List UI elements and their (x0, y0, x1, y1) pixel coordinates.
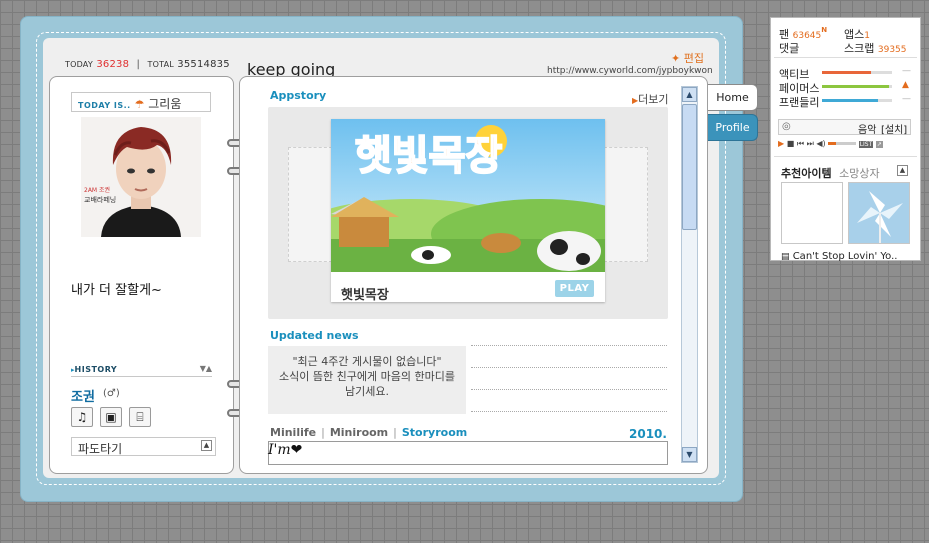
chevron-up-icon[interactable]: ▲ (897, 165, 908, 176)
appstory-title[interactable]: Appstory (270, 89, 326, 102)
history-toggle-icon[interactable]: ▼▲ (200, 364, 212, 373)
scroll-up-icon[interactable]: ▲ (682, 87, 697, 102)
widget-divider (774, 156, 917, 157)
total-count: 35514835 (177, 59, 230, 70)
friendly-bar-fill (822, 99, 878, 102)
surf-dropdown[interactable]: 파도타기 ▲ (71, 437, 216, 456)
widget-divider (774, 57, 917, 58)
active-bar (822, 71, 892, 74)
music-player: ▶ ■ ⏮ ⏭ ◀) LIST ↗ (778, 139, 911, 153)
scrap-label: 스크랩 (844, 42, 875, 55)
music-label: 음악 (858, 125, 877, 136)
new-badge: N (821, 26, 828, 34)
heart-icon: ❤ (290, 442, 303, 458)
famous-bar (822, 85, 892, 88)
chevron-up-icon[interactable]: ▲ (201, 440, 212, 451)
active-bar-fill (822, 71, 871, 74)
more-label: 더보기 (638, 93, 669, 106)
comments-stat[interactable]: 댓글 (779, 40, 799, 56)
scrap-count: 39355 (877, 45, 907, 55)
news-divider (471, 367, 667, 368)
recommend-caption-text: Can't Stop Lovin' Yo.. (792, 251, 898, 262)
famous-bar-fill (822, 85, 889, 88)
room-tabs: Minilife | Miniroom | Storyroom (270, 426, 468, 439)
app-name[interactable]: 햇빛목장 (341, 284, 389, 303)
intro-text: 내가 더 잘할게~ (71, 283, 162, 298)
next-icon[interactable]: ⏭ (807, 139, 814, 148)
news-divider (471, 345, 667, 346)
friendly-bar (822, 99, 892, 102)
music-box: ◎ 음악 [설치] (778, 119, 911, 136)
history-label: HISTORY (74, 365, 118, 374)
svg-text:교배라떼닝: 교배라떼닝 (84, 195, 116, 204)
music-icon[interactable]: ♫ (71, 407, 93, 427)
scroll-down-icon[interactable]: ▼ (682, 447, 697, 462)
today-label: TODAY (65, 60, 93, 69)
app-panel-right (604, 147, 648, 262)
today-is-label: TODAY IS.. (78, 101, 131, 110)
tab-storyroom[interactable]: Storyroom (402, 426, 467, 439)
news-line: "최근 4주간 게시물이 없습니다" (292, 355, 442, 368)
more-link[interactable]: ▶더보기 (632, 91, 669, 107)
news-divider (471, 389, 667, 390)
tab-recommended-items[interactable]: 추천아이템 (781, 167, 832, 180)
play-button[interactable]: PLAY (555, 280, 594, 297)
news-title: Updated news (270, 329, 359, 342)
app-panel-left (288, 147, 332, 262)
surf-label: 파도타기 (78, 442, 123, 456)
today-count: 36238 (96, 59, 130, 70)
history-bar[interactable]: ▸HISTORY ▼▲ (71, 364, 212, 377)
music-install-link[interactable]: [설치] (881, 121, 907, 136)
stop-icon[interactable]: ■ (787, 139, 795, 148)
scrollbar-thumb[interactable] (682, 104, 697, 230)
tab-wish-box[interactable]: 소망상자 (839, 167, 879, 180)
umbrella-icon: ☂ (134, 98, 145, 111)
list-button[interactable]: LIST (858, 141, 874, 148)
news-line: 소식이 뜸한 친구에게 마음의 한마디를 (279, 370, 455, 383)
svg-text:2AM 조권: 2AM 조권 (84, 186, 110, 194)
recommended-item[interactable] (781, 182, 843, 244)
trend-up-icon: ▲ (902, 80, 909, 90)
recommend-tabs: 추천아이템 소망상자 (781, 165, 880, 181)
news-line: 남기세요. (345, 385, 389, 398)
visitor-counter: TODAY 36238 | TOTAL 35514835 (65, 59, 230, 70)
document-icon: ▤ (781, 252, 790, 262)
tab-home[interactable]: Home (708, 84, 758, 111)
story-text: I'm❤ (268, 442, 302, 458)
tab-minilife[interactable]: Minilife (270, 426, 316, 439)
trend-dash: — (902, 66, 911, 76)
storyroom-box[interactable] (268, 441, 668, 465)
scrap-stat[interactable]: 스크랩 39355 (844, 40, 907, 56)
news-divider (471, 411, 667, 412)
app-banner-image[interactable]: 햇빛목장 (331, 119, 605, 272)
music-disc-icon: ◎ (782, 121, 791, 132)
play-icon[interactable]: ▶ (778, 139, 784, 148)
app-banner-title: 햇빛목장 (354, 132, 503, 180)
tv-icon[interactable]: ⌸ (129, 407, 151, 427)
owner-gender: (♂) (103, 388, 120, 399)
story-year: 2010. (629, 427, 667, 441)
recommend-caption[interactable]: ▤ Can't Stop Lovin' Yo.. (781, 251, 897, 262)
scrollbar[interactable]: ▲ ▼ (681, 86, 698, 463)
prev-icon[interactable]: ⏮ (797, 139, 804, 148)
story-caption: I'm (268, 442, 291, 458)
recommended-item-image[interactable] (848, 182, 910, 244)
tab-miniroom[interactable]: Miniroom (330, 426, 388, 439)
tab-profile[interactable]: Profile (708, 114, 758, 141)
stat-label-friendly: 프랜들리 (779, 96, 820, 109)
trend-dash: — (902, 94, 911, 104)
volume-icon[interactable]: ◀) (816, 139, 825, 148)
mood-text: 그리움 (148, 97, 182, 111)
today-mood: TODAY IS.. ☂ 그리움 (71, 92, 211, 112)
owner-name[interactable]: 조권 (71, 386, 95, 405)
volume-slider[interactable] (828, 142, 857, 145)
radio-icon[interactable]: ▣ (100, 407, 122, 427)
site-url[interactable]: http://www.cyworld.com/jypboykwon (547, 66, 713, 76)
total-label: TOTAL (147, 60, 174, 69)
popup-icon[interactable]: ↗ (875, 141, 883, 148)
edit-link[interactable]: ✦ 편집 (671, 50, 704, 66)
profile-photo: 2AM 조권 교배라떼닝 (81, 117, 201, 237)
news-empty-box: "최근 4주간 게시물이 없습니다" 소식이 뜸한 친구에게 마음의 한마디를 … (268, 346, 466, 414)
